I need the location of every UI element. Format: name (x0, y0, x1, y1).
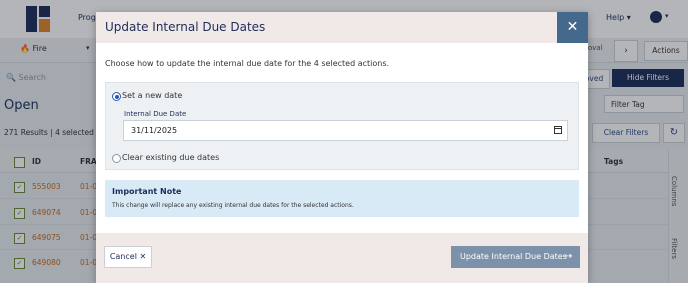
set-new-date-label[interactable]: Set a new date (122, 91, 182, 100)
note-title: Important Note (112, 187, 182, 196)
set-new-date-radio[interactable] (112, 92, 121, 101)
update-button-label: Update Internal Due Dates (460, 252, 567, 261)
clear-dates-radio[interactable] (112, 154, 121, 163)
dialog-title: Update Internal Due Dates (105, 20, 266, 34)
calendar-icon[interactable] (554, 126, 562, 134)
dialog-intro-text: Choose how to update the internal due da… (105, 59, 390, 68)
arrow-right-icon: → (564, 251, 573, 262)
due-date-value[interactable]: 31/11/2025 (131, 126, 177, 135)
update-due-dates-button[interactable]: Update Internal Due Dates (451, 246, 580, 268)
important-note-box (105, 180, 579, 217)
close-icon[interactable]: ✕ (557, 12, 588, 43)
due-date-field-label: Internal Due Date (124, 110, 187, 118)
cancel-button[interactable]: Cancel ✕ (104, 246, 152, 268)
clear-dates-label[interactable]: Clear existing due dates (122, 153, 219, 162)
due-date-input[interactable] (123, 120, 568, 141)
update-due-dates-dialog: Update Internal Due Dates ✕ Choose how t… (96, 12, 588, 283)
note-text: This change will replace any existing in… (112, 202, 354, 209)
